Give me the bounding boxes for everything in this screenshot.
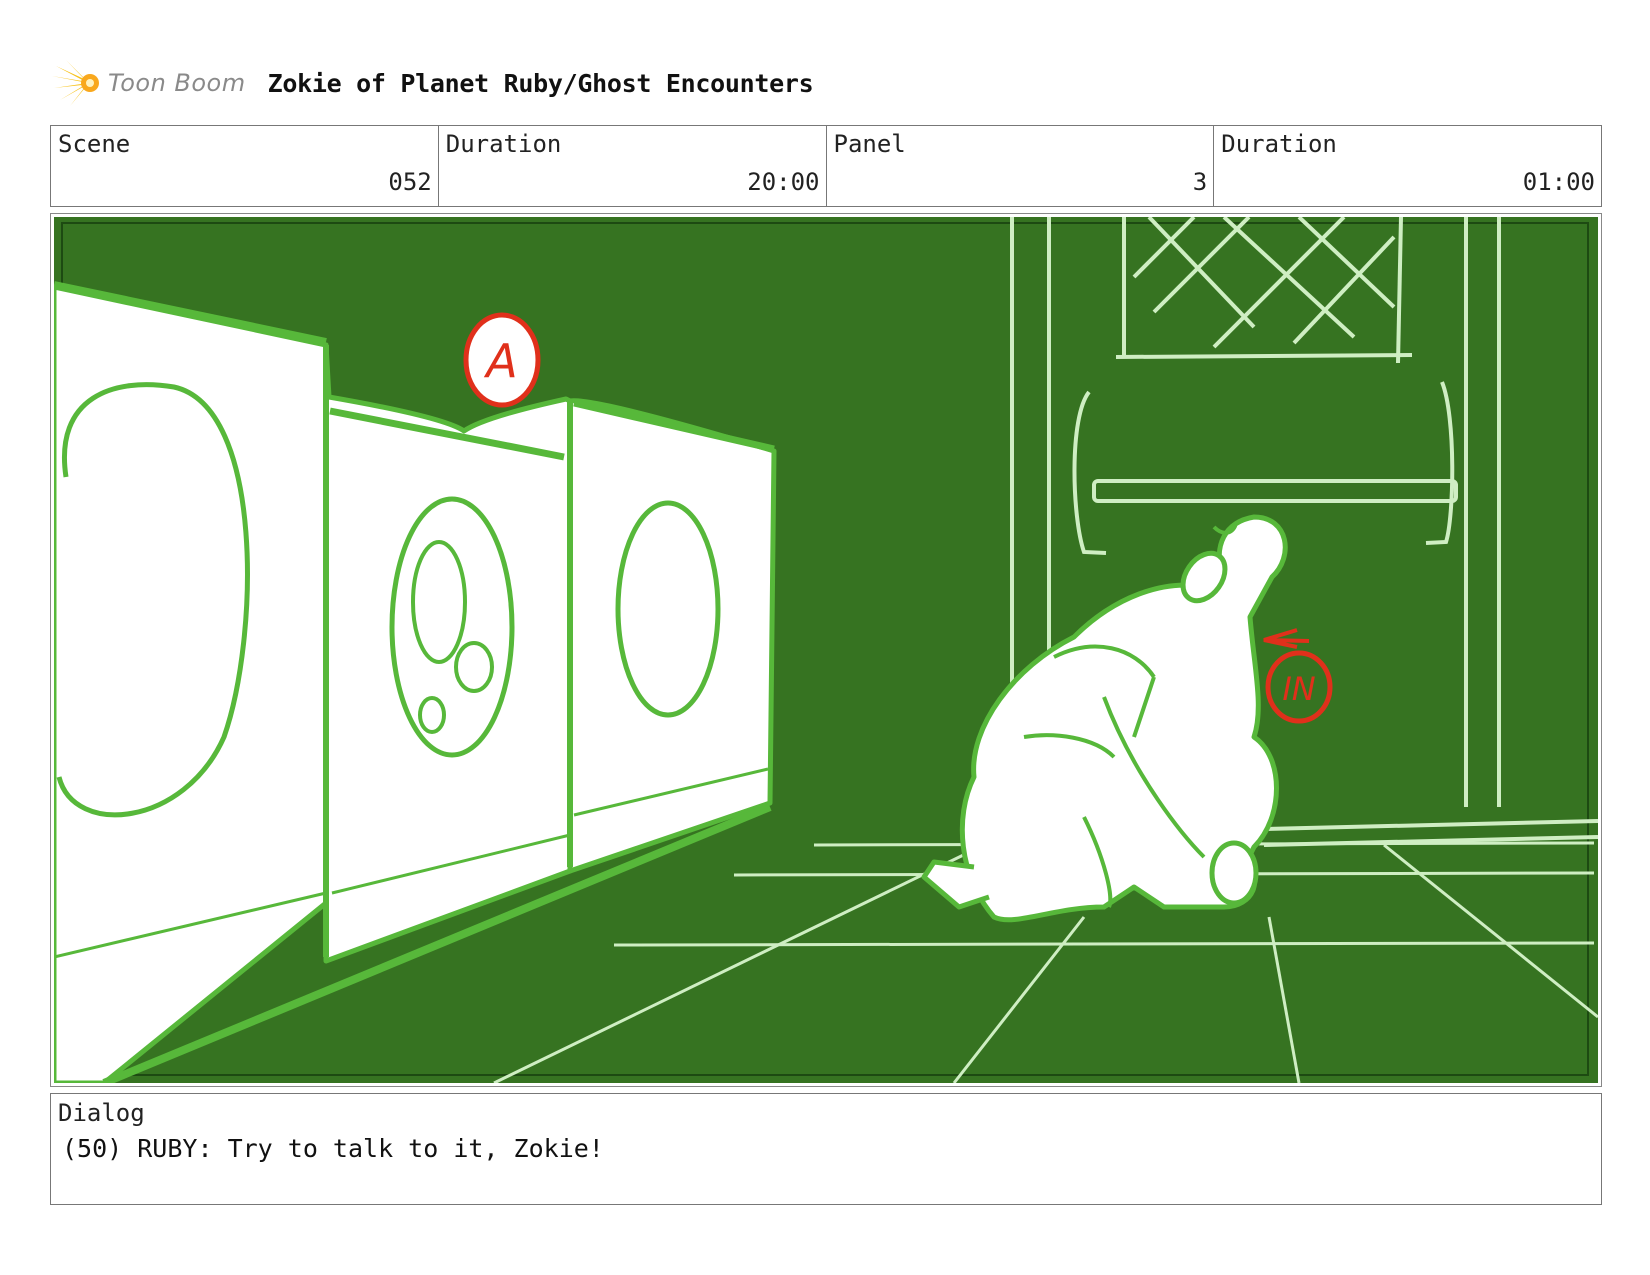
- dialog-box: Dialog (50) RUBY: Try to talk to it, Zok…: [50, 1093, 1602, 1205]
- scene-duration-cell: Duration 20:00: [439, 126, 827, 206]
- page-header: Toon Boom Zokie of Planet Ruby/Ghost Enc…: [52, 58, 814, 108]
- dialog-label: Dialog: [58, 1099, 145, 1127]
- scene-cell: Scene 052: [51, 126, 439, 206]
- panel-cell: Panel 3: [827, 126, 1215, 206]
- panel-duration-value: 01:00: [1522, 168, 1595, 196]
- scene-info-table: Scene 052 Duration 20:00 Panel 3 Duratio…: [50, 125, 1602, 207]
- brand-name: Toon Boom: [108, 69, 246, 97]
- panel-drawing: A IN: [54, 217, 1598, 1083]
- scene-label: Scene: [58, 130, 131, 158]
- marker-a-group: A: [463, 312, 541, 408]
- toon-boom-logo: Toon Boom: [52, 58, 246, 108]
- panel-label: Panel: [833, 130, 906, 158]
- scene-value: 052: [388, 168, 432, 196]
- panel-duration-label: Duration: [1221, 130, 1337, 158]
- marker-in-label: IN: [1282, 670, 1315, 708]
- panel-value: 3: [1192, 168, 1208, 196]
- scene-duration-value: 20:00: [747, 168, 820, 196]
- storyboard-panel: A IN: [50, 213, 1602, 1087]
- dialog-text: (50) RUBY: Try to talk to it, Zokie!: [62, 1134, 604, 1163]
- scene-duration-label: Duration: [445, 130, 562, 158]
- marker-a-label: A: [483, 334, 517, 388]
- starburst-icon: [52, 60, 99, 106]
- panel-duration-cell: Duration 01:00: [1214, 126, 1601, 206]
- washer-right: [567, 398, 777, 874]
- page-title: Zokie of Planet Ruby/Ghost Encounters: [267, 68, 814, 98]
